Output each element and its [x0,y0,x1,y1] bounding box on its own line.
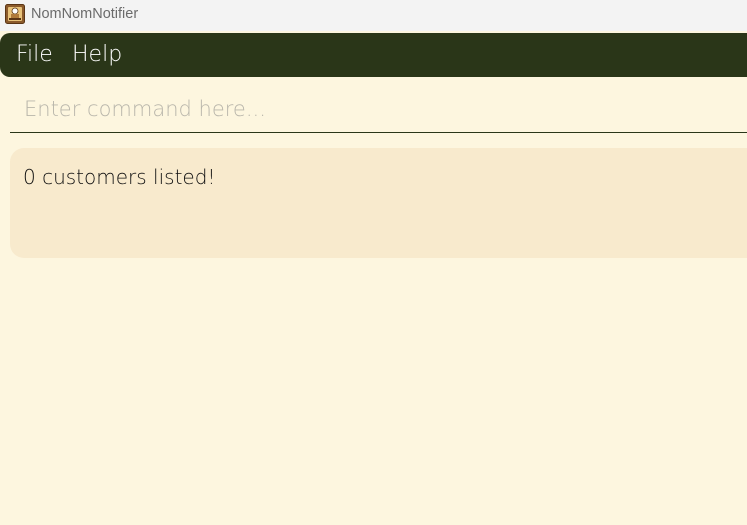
command-box [10,86,747,133]
command-input[interactable] [10,86,747,132]
chef-app-icon [5,4,25,24]
result-message: 0 customers listed! [23,165,216,189]
menu-file[interactable]: File [16,42,53,67]
menu-help[interactable]: Help [72,42,122,67]
result-display: 0 customers listed! [10,148,747,258]
title-bar: NomNomNotifier [0,0,747,31]
menu-bar: File Help [0,33,747,77]
window-title: NomNomNotifier [31,6,139,22]
